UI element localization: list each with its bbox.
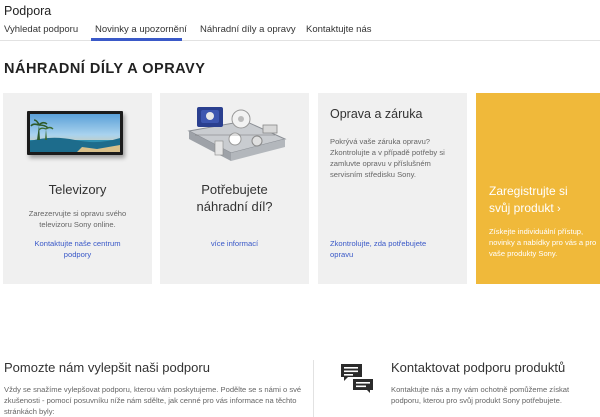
register-product-heading[interactable]: Zaregistrujte si svůj produkt › — [489, 183, 597, 218]
repair-warranty-card[interactable]: Oprava a záruka Pokrývá vaše záruka opra… — [318, 93, 467, 284]
tv-card-heading: Televizory — [48, 182, 107, 197]
spare-part-image — [187, 107, 287, 161]
tab-parts-repairs[interactable]: Náhradní díly a opravy — [196, 24, 296, 35]
register-heading-line2: svůj produkt — [489, 201, 554, 215]
tab-contact-us[interactable]: Kontaktujte nás — [302, 24, 372, 35]
tv-image — [27, 111, 123, 155]
contact-support-center-link[interactable]: Kontaktujte naše centrum podpory — [3, 238, 152, 260]
footer-divider — [313, 360, 314, 417]
register-product-description: Získejte individuální přístup, novinky a… — [489, 227, 597, 258]
chat-bubbles-icon — [341, 364, 373, 393]
check-repair-link[interactable]: Zkontrolujte, zda potřebujete opravu — [318, 238, 467, 260]
spare-part-card[interactable]: Potřebujete náhradní díl? více informací — [160, 93, 309, 284]
section-title: NÁHRADNÍ DÍLY A OPRAVY — [4, 61, 206, 77]
register-heading-line1: Zaregistrujte si — [489, 184, 568, 198]
tab-find-support[interactable]: Vyhledat podporu — [0, 24, 78, 35]
page-brand-title: Podpora — [4, 4, 52, 18]
spare-part-card-heading: Potřebujete náhradní díl? — [196, 182, 273, 214]
tab-news-alerts[interactable]: Novinky a upozornění — [91, 24, 187, 35]
top-bar: Podpora Vyhledat podporu Novinky a upozo… — [0, 0, 600, 41]
repair-warranty-heading: Oprava a záruka — [330, 107, 423, 121]
contact-product-support-title: Kontaktovat podporu produktů — [391, 360, 566, 375]
repair-warranty-description: Pokrývá vaše záruka opravu? Zkontrolujte… — [330, 137, 445, 179]
contact-product-support-text: Kontaktujte nás a my vám ochotně pomůžem… — [391, 385, 570, 405]
chevron-right-icon: › — [557, 203, 561, 215]
tv-landscape-icon — [30, 114, 120, 152]
tv-card-description: Zarezervujte si opravu svého televizoru … — [28, 209, 127, 229]
active-tab-indicator — [91, 38, 182, 41]
register-product-card[interactable]: Zaregistrujte si svůj produkt › Získejte… — [476, 93, 600, 284]
tv-card[interactable]: Televizory Zarezervujte si opravu svého … — [3, 93, 152, 284]
improve-support-text: Vždy se snažíme vylepšovat podporu, kter… — [4, 385, 302, 416]
improve-support-title: Pomozte nám vylepšit naši podporu — [4, 360, 210, 375]
more-info-link[interactable]: více informací — [160, 238, 309, 249]
